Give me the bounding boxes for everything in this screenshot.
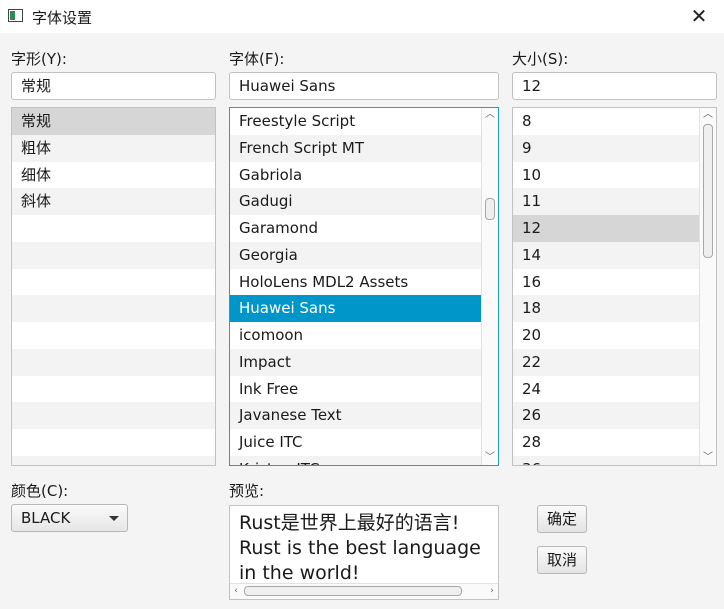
size-list-item[interactable]: 22 [513, 348, 700, 376]
font-list-item[interactable]: Huawei Sans [230, 295, 482, 322]
font-list-item[interactable]: Javanese Text [230, 402, 482, 429]
font-list-scroll-thumb[interactable] [485, 198, 495, 220]
size-list-item[interactable]: 12 [513, 215, 700, 242]
preview-area[interactable]: Rust是世界上最好的语言! Rust is the best language… [229, 505, 499, 600]
scroll-right-arrow-icon[interactable]: › [486, 584, 498, 599]
preview-h-scroll-thumb[interactable] [244, 586, 462, 596]
font-list-item[interactable]: Juice ITC [230, 429, 482, 456]
app-icon [8, 9, 23, 22]
font-input[interactable]: Huawei Sans [229, 72, 499, 100]
preview-h-scrollbar[interactable]: ‹ › [230, 583, 498, 599]
scroll-left-arrow-icon[interactable]: ‹ [230, 584, 242, 599]
ok-button[interactable]: 确定 [537, 505, 587, 533]
style-list-item[interactable]: 细体 [12, 162, 215, 189]
size-label: 大小(S): [512, 50, 569, 68]
chevron-down-icon [109, 516, 119, 521]
scroll-up-arrow-icon[interactable]: ︿ [482, 108, 498, 122]
style-list-empty-row [12, 322, 215, 349]
close-button[interactable]: ✕ [684, 2, 714, 30]
font-list-item[interactable]: icomoon [230, 322, 482, 349]
size-list[interactable]: 89101112141618202224262836 ︿ ﹀ [512, 107, 717, 466]
cancel-button[interactable]: 取消 [537, 546, 587, 574]
font-list-item[interactable]: Freestyle Script [230, 108, 482, 135]
style-label: 字形(Y): [11, 50, 67, 68]
size-list-item[interactable]: 24 [513, 376, 700, 403]
font-list-item[interactable]: Gabriola [230, 162, 482, 189]
font-list-item[interactable]: Garamond [230, 215, 482, 242]
style-list-empty-row [12, 269, 215, 296]
scroll-down-arrow-icon[interactable]: ﹀ [700, 451, 716, 465]
size-list-item[interactable]: 28 [513, 429, 700, 456]
color-select[interactable]: BLACK [11, 504, 128, 532]
font-list-item[interactable]: Gadugi [230, 188, 482, 215]
style-list-item[interactable]: 常规 [12, 108, 215, 135]
color-select-value: BLACK [21, 509, 71, 527]
style-list[interactable]: 常规 粗体 细体 斜体 [11, 107, 216, 466]
size-list-scrollbar[interactable]: ︿ ﹀ [699, 108, 716, 465]
size-list-item[interactable]: 14 [513, 241, 700, 269]
font-list-item[interactable]: Impact [230, 348, 482, 376]
font-list-item[interactable]: Kristen ITC [230, 455, 482, 465]
style-input[interactable]: 常规 [11, 72, 216, 100]
scroll-down-arrow-icon[interactable]: ﹀ [482, 451, 498, 465]
style-list-empty-row [12, 295, 215, 322]
size-input[interactable]: 12 [512, 72, 717, 100]
style-list-empty-row [12, 241, 215, 269]
window-title: 字体设置 [32, 9, 93, 27]
style-list-empty-row [12, 455, 215, 465]
size-list-item[interactable]: 18 [513, 295, 700, 322]
title-bar: 字体设置 ✕ [0, 0, 724, 33]
size-list-item[interactable]: 9 [513, 134, 700, 162]
style-list-empty-row [12, 402, 215, 429]
style-list-item[interactable]: 斜体 [12, 188, 215, 215]
font-list-item[interactable]: Ink Free [230, 376, 482, 403]
size-list-item[interactable]: 16 [513, 269, 700, 296]
preview-text: Rust是世界上最好的语言! Rust is the best language… [239, 512, 481, 584]
font-list[interactable]: Freestyle Script French Script MT Gabriola… [229, 107, 499, 466]
size-list-scroll-thumb[interactable] [703, 124, 713, 258]
style-list-item[interactable]: 粗体 [12, 134, 215, 162]
font-list-item[interactable]: HoloLens MDL2 Assets [230, 269, 482, 296]
size-list-item[interactable]: 36 [513, 455, 700, 465]
font-list-item[interactable]: Georgia [230, 241, 482, 269]
size-list-item[interactable]: 26 [513, 402, 700, 429]
size-list-item[interactable]: 8 [513, 108, 700, 135]
size-list-item[interactable]: 10 [513, 162, 700, 189]
style-list-empty-row [12, 429, 215, 456]
size-list-item[interactable]: 20 [513, 322, 700, 349]
style-list-empty-row [12, 215, 215, 242]
size-list-item[interactable]: 11 [513, 188, 700, 215]
color-label: 颜色(C): [11, 482, 69, 500]
style-list-empty-row [12, 376, 215, 403]
scroll-up-arrow-icon[interactable]: ︿ [700, 108, 716, 122]
style-list-empty-row [12, 348, 215, 376]
font-list-scrollbar[interactable]: ︿ ﹀ [481, 108, 498, 465]
font-list-item[interactable]: French Script MT [230, 134, 482, 162]
preview-label: 预览: [229, 482, 265, 500]
font-label: 字体(F): [229, 50, 285, 68]
